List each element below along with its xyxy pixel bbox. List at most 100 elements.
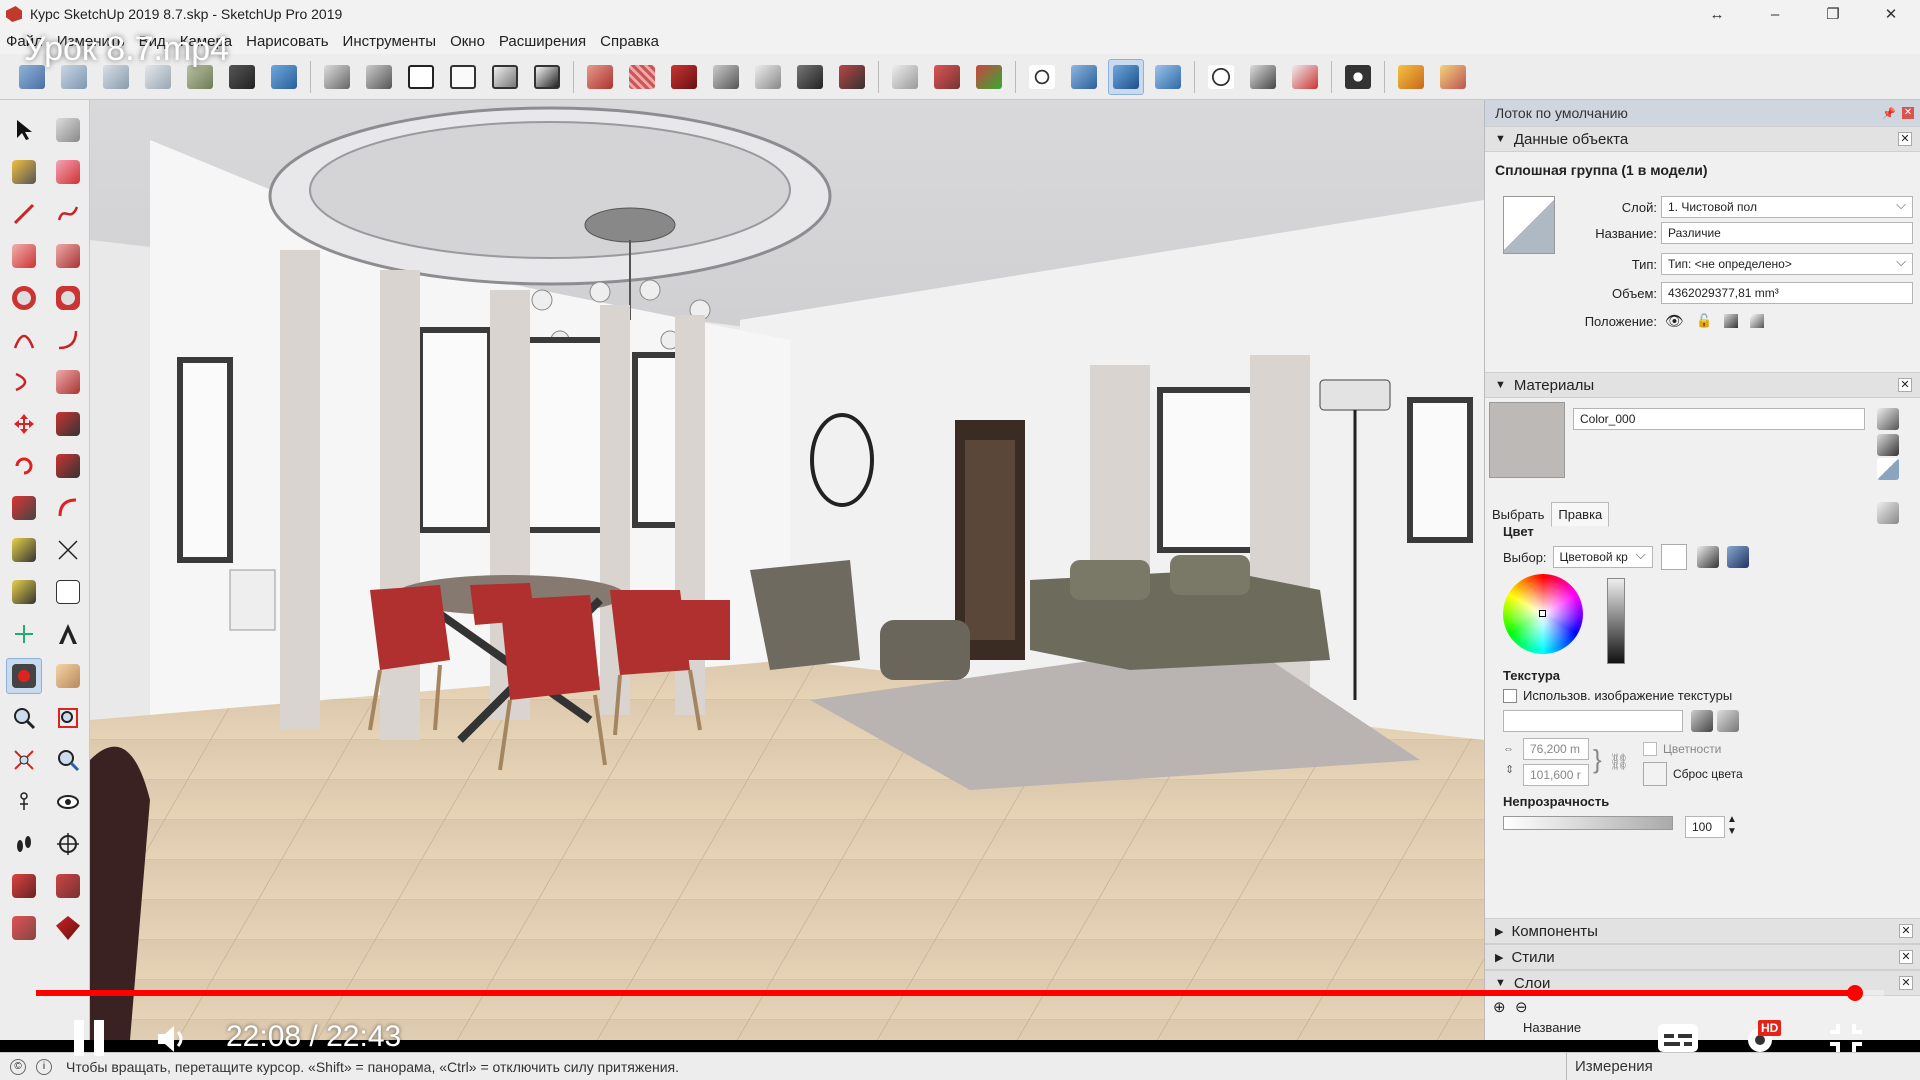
dimension-tool-icon[interactable] <box>50 532 86 568</box>
components-header[interactable]: ▶ Компоненты ✕ <box>1485 918 1920 944</box>
orbit-tool-icon[interactable] <box>6 658 42 694</box>
material-name-field[interactable]: Color_000 <box>1573 408 1865 430</box>
lock-icon[interactable]: 🔓 <box>1696 313 1712 329</box>
section-close-button[interactable]: ✕ <box>1899 950 1913 964</box>
warehouse-icon[interactable] <box>929 59 965 95</box>
polygon-icon[interactable] <box>50 280 86 316</box>
rotated-rectangle-icon[interactable] <box>50 238 86 274</box>
geo-status-icon[interactable]: © <box>10 1058 26 1075</box>
rotate-tool-icon[interactable] <box>6 448 42 484</box>
paint-bucket-icon[interactable] <box>6 154 42 190</box>
layer-dropdown[interactable]: 1. Чистовой пол <box>1661 196 1913 218</box>
sketchy-hand-icon[interactable] <box>887 59 923 95</box>
match-model-color-icon[interactable] <box>1696 546 1719 568</box>
zoom-window-icon[interactable] <box>50 700 86 736</box>
browse-folder-icon[interactable] <box>1691 710 1713 732</box>
section-plane-icon[interactable] <box>1024 59 1060 95</box>
opacity-field[interactable]: 100 <box>1685 816 1725 838</box>
position-camera-icon[interactable] <box>6 784 42 820</box>
shaded-textures-icon[interactable] <box>529 59 565 95</box>
maximize-button[interactable]: ❐ <box>1804 0 1862 28</box>
share-model-icon[interactable] <box>50 868 86 904</box>
name-field[interactable]: Различие <box>1661 222 1913 244</box>
two-point-arc-icon[interactable] <box>50 322 86 358</box>
sandbox-flip-icon[interactable] <box>792 59 828 95</box>
video-progress-bar[interactable] <box>36 985 1884 1001</box>
texture-width-field[interactable]: 76,200 m <box>1523 738 1589 760</box>
section-cut-icon[interactable] <box>1108 58 1144 95</box>
circle-icon[interactable] <box>6 280 42 316</box>
sandbox-detail-icon[interactable] <box>750 59 786 95</box>
follow-me-icon[interactable] <box>50 448 86 484</box>
3d-text-icon[interactable] <box>50 616 86 652</box>
view-left-icon[interactable] <box>224 59 260 95</box>
receive-shadows-icon[interactable] <box>1724 314 1739 328</box>
axes-icon[interactable] <box>1203 59 1239 95</box>
match-screen-color-icon[interactable] <box>1726 546 1749 568</box>
push-pull-icon[interactable] <box>50 406 86 442</box>
model-viewport[interactable] <box>90 100 1484 1040</box>
zoom-extents-icon[interactable] <box>6 742 42 778</box>
menu-tools[interactable]: Инструменты <box>343 33 437 50</box>
make-component-icon[interactable] <box>50 112 86 148</box>
shadows-icon[interactable] <box>1393 59 1429 95</box>
axes-tool-icon[interactable] <box>6 616 42 652</box>
texture-height-field[interactable]: 101,600 r <box>1523 764 1589 786</box>
settings-gear-icon[interactable]: HD <box>1740 1020 1784 1056</box>
offset-tool-icon[interactable] <box>50 490 86 526</box>
pie-icon[interactable] <box>50 364 86 400</box>
menu-draw[interactable]: Нарисовать <box>246 33 328 50</box>
3d-warehouse-tool-icon[interactable] <box>6 868 42 904</box>
exit-fullscreen-icon[interactable] <box>1824 1020 1868 1056</box>
previous-view-icon[interactable] <box>50 742 86 778</box>
look-around-icon[interactable] <box>50 784 86 820</box>
create-material-icon[interactable] <box>1877 408 1899 430</box>
scale-tool-icon[interactable] <box>6 490 42 526</box>
back-edges-icon[interactable] <box>361 59 397 95</box>
three-point-arc-icon[interactable] <box>6 364 42 400</box>
shaded-icon[interactable] <box>487 59 523 95</box>
move-tool-icon[interactable] <box>6 406 42 442</box>
line-tool-icon[interactable] <box>6 196 42 232</box>
zoom-tool-icon[interactable] <box>6 700 42 736</box>
color-picker-dropdown[interactable]: Цветовой кр <box>1552 546 1653 568</box>
cast-shadows-icon[interactable] <box>1750 314 1765 328</box>
hidden-line-icon[interactable] <box>445 59 481 95</box>
fog-icon[interactable] <box>1435 59 1471 95</box>
use-texture-checkbox[interactable] <box>1503 688 1517 703</box>
geo-location-icon[interactable] <box>1340 59 1376 95</box>
layout-send-icon[interactable] <box>6 910 42 946</box>
walk-tool-icon[interactable] <box>6 826 42 862</box>
resize-icon[interactable]: ↔ <box>1688 0 1746 28</box>
pin-icon[interactable]: 📌 <box>1882 107 1896 120</box>
color-wheel-marker[interactable] <box>1539 610 1546 617</box>
close-button[interactable]: ✕ <box>1862 0 1920 28</box>
protractor-tool-icon[interactable] <box>6 574 42 610</box>
sample-paint-icon[interactable] <box>1877 458 1899 480</box>
chain-link-icon[interactable]: ⛓ <box>1609 752 1629 772</box>
sandbox-grid-icon[interactable] <box>624 59 660 95</box>
section-fill-icon[interactable] <box>1150 59 1186 95</box>
materials-header[interactable]: ▼ Материалы ✕ <box>1485 372 1920 398</box>
brightness-slider[interactable] <box>1607 578 1625 664</box>
dimensions-icon[interactable] <box>1245 59 1281 95</box>
visibility-eye-icon[interactable]: 👁 <box>1665 312 1684 330</box>
colorize-checkbox[interactable] <box>1643 742 1657 756</box>
sandbox-contours-icon[interactable] <box>834 59 870 95</box>
section-plane-tool-icon[interactable] <box>50 826 86 862</box>
color-wheel[interactable] <box>1503 574 1583 654</box>
select-tool-icon[interactable] <box>6 112 42 148</box>
paint-material-icon[interactable] <box>1877 434 1899 456</box>
sandbox-drape-icon[interactable] <box>708 59 744 95</box>
extension-warehouse-icon[interactable] <box>971 59 1007 95</box>
tray-close-button[interactable]: ✕ <box>1902 107 1914 119</box>
ruby-console-icon[interactable] <box>50 910 86 946</box>
section-close-button[interactable]: ✕ <box>1899 976 1913 990</box>
styles-header[interactable]: ▶ Стили ✕ <box>1485 944 1920 970</box>
pause-icon[interactable] <box>74 1020 104 1056</box>
opacity-slider[interactable] <box>1503 816 1673 830</box>
section-close-button[interactable]: ✕ <box>1898 378 1912 392</box>
opacity-spinner-icon[interactable]: ▲ ▼ <box>1727 814 1737 838</box>
minimize-button[interactable]: – <box>1746 0 1804 28</box>
entity-info-header[interactable]: ▼ Данные объекта ✕ <box>1485 126 1920 152</box>
